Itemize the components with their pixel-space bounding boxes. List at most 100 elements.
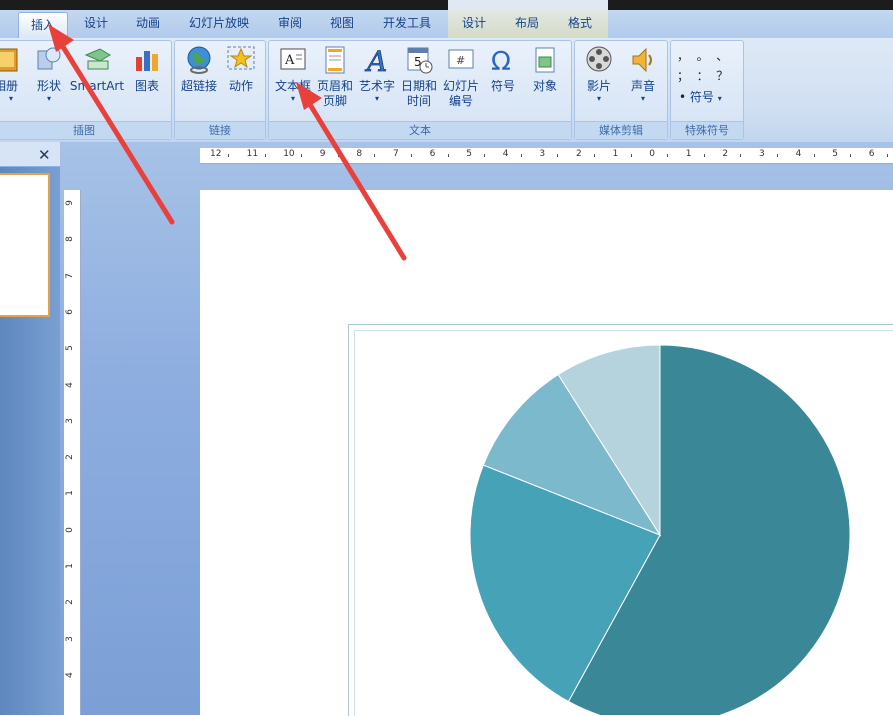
smartart-button[interactable]: SmartArt [69,45,125,94]
album-button[interactable]: 相册 ▾ [0,45,25,104]
datetime-button[interactable]: 5 日期和 时间 [399,45,439,109]
vertical-ruler: 9 8 7 6 5 4 3 2 1 0 1 2 3 4 [64,190,81,715]
ruler-tick-mark [813,154,815,157]
slide-number-label-2: 编号 [448,94,473,108]
slide-number-label-1: 幻灯片 [442,79,479,93]
horizontal-ruler: 12 11 10 9 8 7 6 5 4 3 2 1 0 1 2 3 4 5 6 [200,148,893,164]
group-media: 影片 ▾ 声音 ▾ 媒体剪辑 [574,40,668,140]
header-footer-icon [325,46,345,74]
film-reel-icon [586,46,612,72]
group-links: 超链接 动作 链接 [174,40,266,140]
ruler-tick-label: 5 [466,149,472,159]
hyperlink-label: 超链接 [180,79,217,93]
action-button[interactable]: 动作 [223,45,259,94]
ruler-tick-label: 10 [283,149,295,159]
slide-thumbnail[interactable] [0,173,50,317]
shapes-label: 形状 [36,79,61,93]
pie-chart[interactable] [450,330,893,715]
object-label: 对象 [532,79,557,93]
symbols-row-2[interactable]: ； ： ？ [677,67,739,85]
ruler-tick-label: 6 [64,309,75,315]
ruler-tick-mark [630,154,632,157]
ruler-tick-label: 8 [64,236,75,243]
bullet-glyph: • [679,90,687,104]
wordart-label: 艺术字 [358,79,395,93]
ruler-tick-label: 3 [759,149,765,159]
ruler-tick-label: 7 [64,272,75,279]
movie-button[interactable]: 影片 ▾ [577,45,621,104]
globe-link-icon [187,46,211,74]
bar-chart-icon [136,51,158,71]
group-special-label: 特殊符号 [671,121,743,139]
tab-insert[interactable]: 插入 [18,12,68,39]
tab-chart-layout[interactable]: 布局 [505,10,549,38]
tab-animation[interactable]: 动画 [124,10,172,38]
symbol-dropdown-label: 符号 [689,90,714,104]
ribbon: 相册 ▾ 形状 ▾ SmartArt 图表 插图 [0,38,893,143]
ruler-tick-label: 12 [210,149,222,159]
chart-button[interactable]: 图表 [129,45,165,94]
ruler-tick-mark [374,154,376,157]
ruler-tick-label: 0 [649,149,655,159]
ruler-tick-label: 9 [64,200,75,206]
object-button[interactable]: 对象 [525,45,565,94]
sound-label: 声音 [630,79,655,93]
symbol-button[interactable]: Ω 符号 [483,45,523,94]
chart-label: 图表 [134,79,159,93]
ruler-tick-label: 5 [64,345,75,352]
tab-review[interactable]: 审阅 [268,10,312,38]
wordart-button[interactable]: A 艺术字 ▾ [357,45,397,104]
ruler-tick-mark [484,154,486,157]
wordart-icon: A [364,45,388,75]
ruler-tick-label: 2 [576,149,582,159]
svg-text:Ω: Ω [491,47,511,75]
chevron-down-icon: ▾ [717,94,722,103]
textbox-label: 文本框 [274,79,311,93]
ruler-tick-mark [557,154,559,157]
ruler-tick-label: 4 [64,381,75,388]
tab-design[interactable]: 设计 [72,10,120,38]
ruler-tick-mark [703,154,705,157]
omega-icon: Ω [491,47,511,75]
smartart-label: SmartArt [69,79,125,93]
ruler-tick-label: 4 [502,149,509,159]
ruler-tick-mark [594,154,595,157]
group-text: A 文本框 ▾ 页眉和 页脚 A 艺术字 ▾ 5 日期和 时间 # 幻灯片 编号… [268,40,572,140]
ribbon-tab-row: 插入 设计 动画 幻灯片放映 审阅 视图 开发工具 设计 布局 格式 [0,10,893,39]
title-bar-strip [0,0,893,10]
tab-slideshow[interactable]: 幻灯片放映 [176,10,262,38]
close-panel-button[interactable]: ✕ [38,146,51,164]
tab-view[interactable]: 视图 [320,10,364,38]
slide-number-button[interactable]: # 幻灯片 编号 [441,45,481,109]
ruler-tick-mark [264,154,266,157]
ruler-tick-label: 6 [868,149,875,159]
ruler-tick-label: 4 [795,149,802,159]
group-illustrations: 相册 ▾ 形状 ▾ SmartArt 图表 插图 [0,40,172,140]
ruler-tick-mark [228,154,229,157]
hyperlink-button[interactable]: 超链接 [177,45,221,94]
movie-label: 影片 [586,79,611,93]
shapes-button[interactable]: 形状 ▾ [31,45,67,104]
ruler-tick-label: 2 [722,149,729,159]
ruler-tick-label: 7 [393,149,399,159]
tab-chart-format[interactable]: 格式 [558,10,602,38]
ruler-tick-mark [447,154,449,157]
smartart-icon [84,48,111,70]
ruler-tick-label: 5 [832,149,838,159]
textbox-icon: A [280,48,306,70]
symbol-dropdown-button[interactable]: • 符号 ▾ [679,89,741,107]
ruler-tick-label: 0 [64,526,75,533]
textbox-button[interactable]: A 文本框 ▾ [271,45,315,104]
ruler-tick-mark [337,154,339,157]
header-footer-button[interactable]: 页眉和 页脚 [315,45,355,109]
ruler-tick-label: 3 [64,635,75,642]
tab-chart-design[interactable]: 设计 [452,10,496,38]
symbols-row-1[interactable]: ， 。 、 [677,47,739,65]
header-footer-label-1: 页眉和 [316,79,353,93]
speaker-icon [632,47,652,73]
sound-button[interactable]: 声音 ▾ [621,45,665,104]
ruler-tick-label: 8 [356,149,363,159]
ruler-tick-label: 11 [246,149,259,159]
tab-developer[interactable]: 开发工具 [372,10,442,38]
slide-number-icon: # [448,49,474,69]
